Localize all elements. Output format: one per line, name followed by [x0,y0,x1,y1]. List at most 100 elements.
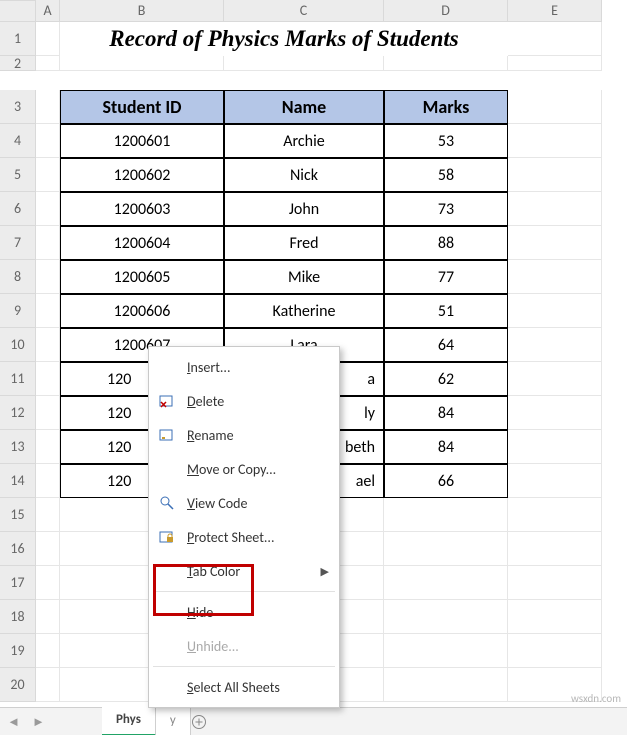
row-header[interactable]: 13 [0,430,36,464]
cell[interactable] [36,260,60,294]
table-header-marks[interactable]: Marks [384,90,508,124]
cell[interactable] [508,192,602,226]
cell[interactable] [508,294,602,328]
table-header-student-id[interactable]: Student ID [60,90,224,124]
table-cell-marks[interactable]: 62 [384,362,508,396]
cell[interactable] [36,464,60,498]
row-header[interactable]: 5 [0,158,36,192]
table-cell-marks[interactable]: 77 [384,260,508,294]
cell[interactable] [508,396,602,430]
col-B[interactable]: B [60,0,224,22]
cell[interactable] [508,464,602,498]
menu-view-code[interactable]: View Code [149,486,339,520]
row-header[interactable]: 11 [0,362,36,396]
table-cell-marks[interactable]: 66 [384,464,508,498]
table-cell-name[interactable]: Mike [224,260,384,294]
cell[interactable] [36,22,60,56]
cell[interactable] [36,600,60,634]
cell[interactable] [508,362,602,396]
cell[interactable] [36,90,60,124]
cell[interactable] [36,192,60,226]
row-header[interactable]: 4 [0,124,36,158]
row-header[interactable]: 3 [0,90,36,124]
row-header[interactable]: 16 [0,532,36,566]
col-E[interactable]: E [508,0,602,22]
cell[interactable] [508,90,602,124]
cell[interactable] [36,124,60,158]
cell[interactable] [36,294,60,328]
row-header[interactable]: 1 [0,22,36,56]
cell[interactable] [508,260,602,294]
cell[interactable] [508,532,602,566]
menu-delete[interactable]: Delete [149,384,339,418]
cell[interactable] [384,56,508,71]
cell[interactable] [36,362,60,396]
menu-move-or-copy[interactable]: Move or Copy... [149,452,339,486]
row-header[interactable]: 10 [0,328,36,362]
cell[interactable] [36,532,60,566]
table-cell-name[interactable]: Nick [224,158,384,192]
cell[interactable] [60,56,224,71]
cell[interactable] [36,328,60,362]
row-header[interactable]: 9 [0,294,36,328]
cell[interactable] [36,498,60,532]
cell[interactable] [384,532,508,566]
select-all-corner[interactable] [0,0,36,22]
cell[interactable] [36,396,60,430]
col-C[interactable]: C [224,0,384,22]
table-cell-name[interactable]: Katherine [224,294,384,328]
cell[interactable] [508,22,602,56]
row-header[interactable]: 17 [0,566,36,600]
cell[interactable] [36,566,60,600]
title-cell[interactable]: Record of Physics Marks of Students [60,22,508,56]
row-header[interactable]: 12 [0,396,36,430]
tab-scroll-buttons[interactable]: ◄ ► [0,714,52,730]
cell[interactable] [36,158,60,192]
cell[interactable] [508,226,602,260]
table-cell-marks[interactable]: 88 [384,226,508,260]
row-header[interactable]: 2 [0,56,36,71]
col-A[interactable]: A [36,0,60,22]
table-cell-id[interactable]: 1200605 [60,260,224,294]
sheet-tab-hidden[interactable]: y [156,708,191,735]
cell[interactable] [36,668,60,702]
chevron-right-icon[interactable]: ► [32,714,45,730]
cell[interactable] [508,634,602,668]
table-cell-marks[interactable]: 58 [384,158,508,192]
cell[interactable] [508,56,602,71]
menu-select-all-sheets[interactable]: Select All Sheets [149,670,339,704]
table-header-name[interactable]: Name [224,90,384,124]
table-cell-name[interactable]: Fred [224,226,384,260]
cell[interactable] [36,634,60,668]
table-cell-name[interactable]: Archie [224,124,384,158]
row-header[interactable]: 14 [0,464,36,498]
cell[interactable] [508,124,602,158]
new-sheet-button[interactable] [191,714,225,730]
row-header[interactable]: 6 [0,192,36,226]
row-header[interactable]: 15 [0,498,36,532]
table-cell-marks[interactable]: 64 [384,328,508,362]
row-header[interactable]: 19 [0,634,36,668]
table-cell-marks[interactable]: 73 [384,192,508,226]
table-cell-marks[interactable]: 84 [384,396,508,430]
cell[interactable] [36,430,60,464]
chevron-left-icon[interactable]: ◄ [7,714,20,730]
table-cell-id[interactable]: 1200601 [60,124,224,158]
cell[interactable] [224,56,384,71]
table-cell-marks[interactable]: 51 [384,294,508,328]
cell[interactable] [508,566,602,600]
cell[interactable] [508,158,602,192]
row-header[interactable]: 7 [0,226,36,260]
cell[interactable] [508,600,602,634]
cell[interactable] [384,566,508,600]
table-cell-id[interactable]: 1200606 [60,294,224,328]
cell[interactable] [384,634,508,668]
cell[interactable] [36,226,60,260]
cell[interactable] [508,498,602,532]
cell[interactable] [384,668,508,702]
table-cell-id[interactable]: 1200604 [60,226,224,260]
row-header[interactable]: 18 [0,600,36,634]
menu-tab-color[interactable]: Tab Color ▶ [149,554,339,588]
table-cell-id[interactable]: 1200603 [60,192,224,226]
cell[interactable] [508,430,602,464]
